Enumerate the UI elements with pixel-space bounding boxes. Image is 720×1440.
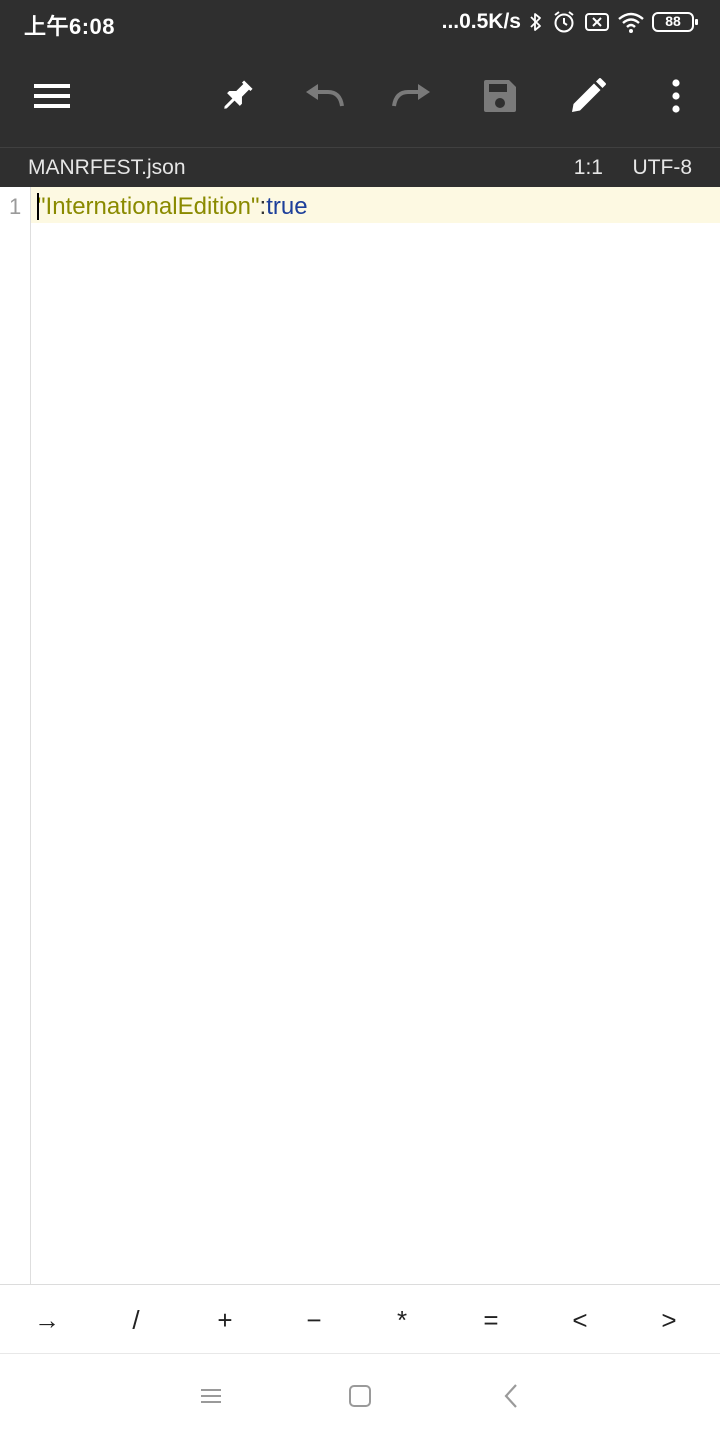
back-button[interactable] <box>489 1376 533 1420</box>
menu-button[interactable] <box>26 70 78 122</box>
more-vert-icon <box>670 79 682 113</box>
pin-icon <box>217 76 257 116</box>
battery-level: 88 <box>665 13 681 29</box>
undo-icon <box>304 82 344 110</box>
recents-button[interactable] <box>189 1376 233 1420</box>
cursor-position: 1:1 <box>573 156 603 179</box>
battery-icon: 88 <box>652 11 698 33</box>
home-button[interactable] <box>338 1376 382 1420</box>
more-options-button[interactable] <box>650 70 702 122</box>
json-value: true <box>266 193 308 220</box>
back-icon <box>503 1383 519 1414</box>
symbol-key[interactable]: = <box>447 1285 535 1355</box>
symbol-key[interactable]: / <box>92 1285 180 1355</box>
symbol-bar: → / + − * = < > <box>0 1284 720 1354</box>
encoding-label[interactable]: UTF-8 <box>633 156 693 180</box>
save-icon <box>482 78 518 114</box>
recents-icon <box>199 1386 223 1411</box>
system-nav-bar <box>0 1354 720 1440</box>
line-number-gutter: 1 <box>0 187 31 1284</box>
symbol-key[interactable]: * <box>358 1285 446 1355</box>
code-editor[interactable]: 1 "InternationalEdition":true <box>0 187 720 1284</box>
undo-button[interactable] <box>298 70 350 122</box>
symbol-key[interactable]: → <box>3 1285 91 1355</box>
menu-icon <box>34 82 70 110</box>
status-icons: ...0.5K/s 88 <box>442 7 698 37</box>
file-name: MANRFEST.json <box>28 156 186 179</box>
json-key: "InternationalEdition" <box>37 193 260 220</box>
status-bar: 上午6:08 ...0.5K/s 88 <box>0 0 720 45</box>
file-info-bar: MANRFEST.json 1:1 UTF-8 <box>0 147 720 187</box>
pin-button[interactable] <box>211 70 263 122</box>
text-cursor <box>37 193 39 220</box>
line-number: 1 <box>9 194 22 219</box>
network-speed: ...0.5K/s <box>441 10 521 33</box>
home-icon <box>348 1384 372 1413</box>
wifi-icon <box>617 10 645 34</box>
redo-button[interactable] <box>386 70 438 122</box>
symbol-key[interactable]: + <box>181 1285 269 1355</box>
symbol-key[interactable]: < <box>536 1285 624 1355</box>
status-time: 上午6:08 <box>24 14 116 39</box>
save-button[interactable] <box>474 70 526 122</box>
edit-icon <box>570 78 606 114</box>
edit-button[interactable] <box>562 70 614 122</box>
symbol-key[interactable]: > <box>625 1285 713 1355</box>
code-line[interactable]: "InternationalEdition":true <box>37 193 308 221</box>
redo-icon <box>392 82 432 110</box>
alarm-icon <box>551 9 577 35</box>
sim-off-icon <box>584 10 610 34</box>
bluetooth-icon <box>528 10 544 34</box>
toolbar <box>0 45 720 147</box>
symbol-key[interactable]: − <box>270 1285 358 1355</box>
